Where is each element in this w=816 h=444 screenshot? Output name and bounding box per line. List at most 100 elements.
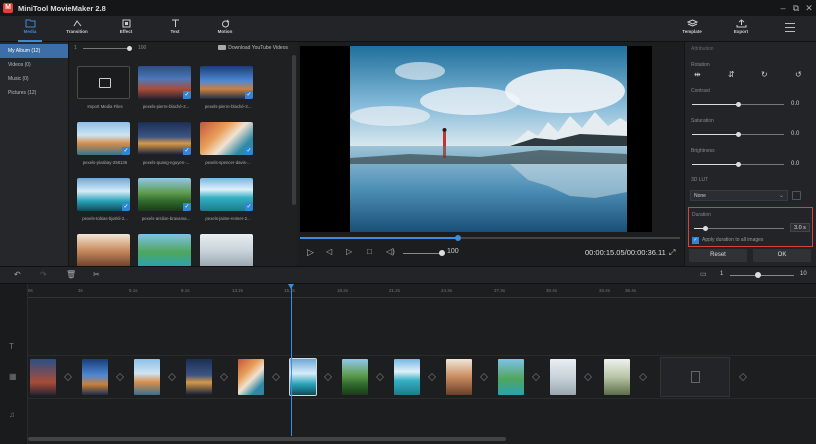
transition-slot-icon[interactable]	[271, 372, 281, 382]
seek-bar[interactable]	[300, 235, 680, 241]
media-tile[interactable]: ✓ pexels-pixabay-258136	[77, 122, 133, 166]
next-frame-icon[interactable]: ▷	[346, 247, 352, 256]
thumb-size-slider-knob[interactable]	[127, 46, 132, 51]
reset-button[interactable]: Reset	[689, 249, 747, 262]
timeline-clip[interactable]	[498, 359, 524, 395]
tab-media[interactable]: Media	[10, 18, 50, 42]
time-ruler[interactable]: 0s 3s 5.1s 8.1s 13.2s 15.2s 18.2s 21.2s …	[28, 284, 816, 298]
transition-slot-icon[interactable]	[219, 372, 229, 382]
rotate-clockwise-icon[interactable]: ↻	[761, 70, 768, 79]
media-tile[interactable]	[77, 234, 133, 266]
flip-vertical-icon[interactable]: ⇵	[728, 70, 735, 79]
restore-button[interactable]: ⧉	[790, 2, 802, 14]
media-tile[interactable]: ✓ pexels-quang-nguyen-...	[138, 122, 194, 166]
volume-slider-knob[interactable]	[439, 250, 445, 256]
music-track[interactable]	[28, 398, 816, 422]
undo-icon[interactable]: ↶	[14, 270, 21, 279]
duration-slider[interactable]	[694, 226, 784, 231]
transition-slot-icon[interactable]	[427, 372, 437, 382]
motion-icon	[221, 19, 229, 28]
split-icon[interactable]: ✂	[93, 270, 100, 279]
media-tile[interactable]: ✓ pexels-jaime-reimer-2...	[200, 178, 256, 222]
transition-slot-icon[interactable]	[323, 372, 333, 382]
timeline-clip[interactable]	[82, 359, 108, 395]
media-tile[interactable]: ✓ pexels-tobias-bjørkli-2...	[77, 178, 133, 222]
flip-horizontal-icon[interactable]: ⇹	[694, 70, 701, 79]
timeline-clip[interactable]	[446, 359, 472, 395]
fullscreen-icon[interactable]: ⤢	[669, 248, 675, 258]
delete-icon[interactable]: 🗑	[66, 270, 76, 279]
duration-input[interactable]: 3.0 s	[790, 223, 810, 232]
album-item-pictures[interactable]: Pictures (12)	[0, 86, 68, 100]
tab-transition[interactable]: Transition	[57, 18, 97, 40]
tab-text[interactable]: Text	[155, 18, 195, 40]
template-button[interactable]: Template	[672, 18, 712, 40]
contrast-slider-knob[interactable]	[736, 102, 741, 107]
hamburger-menu-icon[interactable]	[785, 23, 795, 32]
tab-effect[interactable]: Effect	[106, 18, 146, 40]
timeline-clip[interactable]	[550, 359, 576, 395]
thumb-size-slider[interactable]	[83, 48, 131, 49]
album-item-my-album[interactable]: My Album (12)	[0, 44, 68, 58]
volume-slider[interactable]	[403, 253, 441, 254]
fit-timeline-icon[interactable]: ▭	[700, 270, 707, 278]
minimize-button[interactable]: –	[777, 2, 789, 14]
tab-effect-label: Effect	[119, 29, 133, 34]
brightness-slider-knob[interactable]	[736, 162, 741, 167]
timeline-clip[interactable]	[604, 359, 630, 395]
saturation-slider-knob[interactable]	[736, 132, 741, 137]
transition-slot-icon[interactable]	[531, 372, 541, 382]
stop-icon[interactable]: □	[367, 247, 372, 256]
seek-bar-knob[interactable]	[455, 235, 461, 241]
timeline-clip[interactable]	[238, 359, 264, 395]
timeline-clip[interactable]	[394, 359, 420, 395]
timeline-scrollbar[interactable]	[28, 437, 506, 441]
previous-frame-icon[interactable]: ◁	[326, 247, 332, 256]
media-tile[interactable]: ✓ pexels-pierre-blaché-2...	[138, 66, 194, 110]
album-item-music[interactable]: Music (0)	[0, 72, 68, 86]
transition-slot-icon[interactable]	[375, 372, 385, 382]
transition-slot-icon[interactable]	[638, 372, 648, 382]
volume-icon[interactable]: ◁)	[386, 247, 395, 256]
transition-slot-icon[interactable]	[167, 372, 177, 382]
close-button[interactable]: ✕	[803, 2, 815, 14]
media-tile[interactable]: ✓ pexels-arsilon-bravama...	[138, 178, 194, 222]
tab-motion[interactable]: Motion	[205, 18, 245, 40]
timeline-clip[interactable]	[134, 359, 160, 395]
media-tile[interactable]	[200, 234, 256, 266]
media-tile[interactable]	[138, 234, 194, 266]
media-tile[interactable]: ✓ pexels-pierre-blaché-3...	[200, 66, 256, 110]
timeline-clip[interactable]	[186, 359, 212, 395]
ok-button[interactable]: OK	[753, 249, 811, 262]
contrast-slider[interactable]	[692, 102, 784, 107]
download-youtube-link[interactable]: Download YouTube Videos	[218, 45, 288, 51]
timeline-zoom-knob[interactable]	[755, 272, 761, 278]
add-clip-slot[interactable]	[660, 357, 730, 397]
transition-slot-icon[interactable]	[583, 372, 593, 382]
lut-select[interactable]: None ⌄	[690, 190, 788, 201]
transition-slot-icon[interactable]	[479, 372, 489, 382]
saturation-slider[interactable]	[692, 132, 784, 137]
transition-slot-icon[interactable]	[63, 372, 73, 382]
apply-all-checkbox[interactable]: ✓	[692, 237, 699, 244]
import-media-tile[interactable]: Import Media Files	[77, 66, 133, 110]
rotate-counterclockwise-icon[interactable]: ↺	[795, 70, 802, 79]
video-track[interactable]	[28, 357, 816, 397]
export-button[interactable]: Export	[721, 18, 761, 40]
transition-slot-icon[interactable]	[738, 372, 748, 382]
duration-slider-knob[interactable]	[703, 226, 708, 231]
album-item-videos[interactable]: Videos (0)	[0, 58, 68, 72]
timeline-clip[interactable]	[30, 359, 56, 395]
media-scrollbar[interactable]	[292, 55, 296, 205]
brightness-slider[interactable]	[692, 162, 784, 167]
timeline-zoom-slider[interactable]	[730, 275, 794, 276]
timeline-clip-selected[interactable]	[289, 358, 317, 396]
redo-icon[interactable]: ↷	[40, 270, 47, 279]
text-track[interactable]	[28, 332, 816, 356]
transition-slot-icon[interactable]	[115, 372, 125, 382]
timeline-clip[interactable]	[342, 359, 368, 395]
media-tile[interactable]: ✓ pexels-spencer-davis-...	[200, 122, 256, 166]
playhead[interactable]	[291, 284, 292, 436]
lut-edit-icon[interactable]	[792, 191, 801, 200]
play-icon[interactable]: ▷	[307, 247, 314, 258]
